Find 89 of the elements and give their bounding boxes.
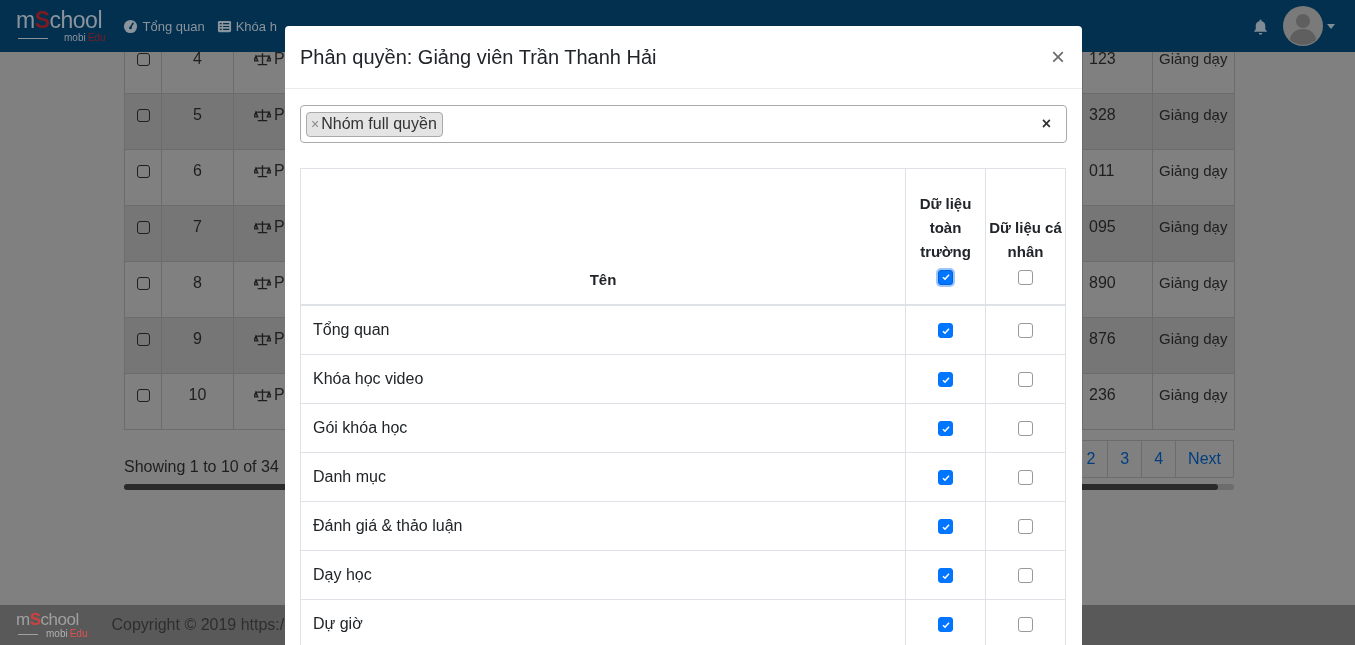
checkbox[interactable] xyxy=(1018,421,1033,437)
clear-button[interactable]: × xyxy=(1041,115,1051,133)
table-cell: Giảng dạy xyxy=(1152,149,1235,206)
dialog-title: Phân quyền: Giảng viên Trần Thanh Hải xyxy=(300,45,657,69)
table-cell: 5 xyxy=(161,93,234,150)
table-cell: 095 xyxy=(1082,205,1153,262)
gauge-icon xyxy=(123,18,139,34)
checkbox[interactable] xyxy=(938,372,953,388)
table-cell: Giảng dạy xyxy=(1152,373,1235,430)
scale-icon xyxy=(254,332,271,346)
table-cell: 9 xyxy=(161,317,234,374)
checkbox[interactable] xyxy=(136,165,150,178)
column-header: Dữ liệu cá nhân xyxy=(988,218,1063,262)
table-cell: Giảng dạy xyxy=(1152,261,1235,318)
module-name: Khóa học video xyxy=(313,370,424,387)
nav-link[interactable]: Khóa h xyxy=(216,18,277,34)
table-cell: P xyxy=(274,106,285,123)
checkbox[interactable] xyxy=(136,333,150,346)
checkmark-icon xyxy=(940,521,951,532)
checkmark-icon xyxy=(940,374,951,385)
checkbox[interactable] xyxy=(938,470,953,486)
table-cell: Giảng dạy xyxy=(1152,205,1235,262)
table-cell: P xyxy=(274,218,285,235)
table-cell: Giảng dạy xyxy=(1152,317,1235,374)
table-info: Showing 1 to 10 of 34 xyxy=(124,458,279,477)
table-cell: P xyxy=(274,330,285,347)
page-link[interactable]: Next xyxy=(1175,440,1234,478)
table-cell: P xyxy=(274,162,285,179)
module-name: Dạy học xyxy=(313,566,372,583)
checkbox[interactable] xyxy=(1018,568,1033,584)
checkmark-icon xyxy=(940,619,951,630)
logo: mSchool mobi Edu xyxy=(16,611,88,639)
checkmark-icon xyxy=(940,472,951,483)
checkbox[interactable] xyxy=(136,221,150,234)
checkbox[interactable] xyxy=(938,323,953,339)
checkbox[interactable] xyxy=(938,269,953,285)
table-cell: P xyxy=(274,50,285,67)
checkbox[interactable] xyxy=(938,568,953,584)
table-cell: 8 xyxy=(161,261,234,318)
avatar-icon[interactable] xyxy=(1283,6,1323,46)
scale-icon xyxy=(254,164,271,178)
checkbox[interactable] xyxy=(136,53,150,66)
scale-icon xyxy=(254,108,271,122)
column-header: Tên xyxy=(588,271,618,288)
checkbox[interactable] xyxy=(136,109,150,122)
checkbox[interactable] xyxy=(938,519,953,535)
checkmark-icon xyxy=(940,423,951,434)
checkbox[interactable] xyxy=(938,421,953,437)
table-cell: 876 xyxy=(1082,317,1153,374)
checkmark-icon xyxy=(940,325,951,336)
logo[interactable]: mSchool mobi Edu xyxy=(16,9,106,43)
checkbox[interactable] xyxy=(1018,372,1033,388)
module-name: Đánh giá & thảo luận xyxy=(313,517,463,534)
table-cell: 6 xyxy=(161,149,234,206)
module-name: Tổng quan xyxy=(313,321,390,338)
page-link[interactable]: 3 xyxy=(1107,440,1143,478)
bell-icon[interactable] xyxy=(1252,17,1269,35)
table-cell: 328 xyxy=(1082,93,1153,150)
checkbox[interactable] xyxy=(136,277,150,290)
module-name: Dự giờ xyxy=(313,615,363,632)
close-button[interactable]: × xyxy=(1049,45,1067,69)
checkbox[interactable] xyxy=(938,617,953,633)
caret-icon[interactable] xyxy=(1327,23,1335,29)
checkbox[interactable] xyxy=(1018,519,1033,535)
checkbox[interactable] xyxy=(136,389,150,402)
nav-link[interactable]: Tổng quan xyxy=(123,18,205,34)
remove-tag-button[interactable]: × xyxy=(311,116,320,132)
table-cell: 7 xyxy=(161,205,234,262)
checkbox[interactable] xyxy=(1018,269,1033,285)
column-header: Dữ liệu toàn trường xyxy=(918,194,973,262)
module-name: Gói khóa học xyxy=(313,419,408,436)
group-select-field[interactable]: ×Nhóm full quyền × xyxy=(300,105,1067,143)
checkmark-icon xyxy=(940,570,951,581)
scale-icon xyxy=(254,388,271,402)
checkmark-icon xyxy=(940,272,951,283)
scale-icon xyxy=(254,220,271,234)
scale-icon xyxy=(254,276,271,290)
page-link[interactable]: 4 xyxy=(1141,440,1177,478)
checkbox[interactable] xyxy=(1018,323,1033,339)
table-cell: 10 xyxy=(161,373,234,430)
scale-icon xyxy=(254,52,271,66)
table-cell: P xyxy=(274,386,285,403)
checkbox[interactable] xyxy=(1018,617,1033,633)
table-cell: Giảng dạy xyxy=(1152,93,1235,150)
module-name: Danh mục xyxy=(313,468,386,485)
checkbox[interactable] xyxy=(1018,470,1033,486)
table-cell: P xyxy=(274,274,285,291)
tag-label: Nhóm full quyền xyxy=(321,115,437,133)
list-icon xyxy=(216,18,232,34)
